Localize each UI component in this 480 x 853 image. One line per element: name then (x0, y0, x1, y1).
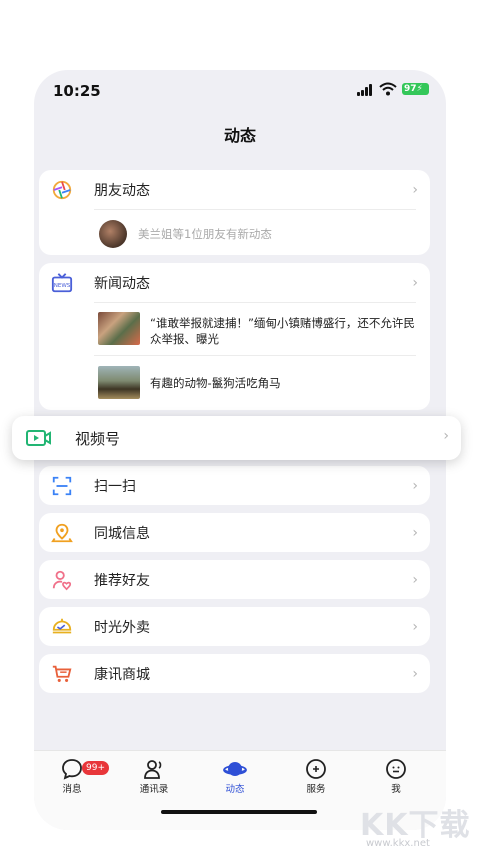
chat-bubble-icon (62, 759, 82, 780)
channels-row[interactable]: 视频号 › (12, 416, 461, 460)
divider (94, 302, 416, 303)
video-channel-icon (26, 430, 51, 446)
menu-row: 康讯商城 › (39, 654, 430, 694)
friend-avatar[interactable] (99, 220, 127, 248)
aperture-icon (52, 180, 72, 200)
menu-item-label: 扫一扫 (94, 479, 136, 495)
person-add-icon (52, 570, 72, 591)
scan-icon (52, 476, 72, 496)
location-icon (51, 523, 73, 543)
tab-messages[interactable]: 消息 99+ (42, 757, 109, 795)
chevron-right-icon: › (412, 275, 418, 291)
news-label: 新闻动态 (94, 276, 150, 292)
home-indicator (161, 810, 317, 814)
wifi-icon (379, 82, 397, 96)
delivery-icon (52, 618, 72, 634)
moments-card: 朋友动态 › 美兰姐等1位朋友有新动态 (39, 170, 430, 255)
moments-row[interactable]: 朋友动态 › (39, 170, 430, 210)
menu-item-label: 康讯商城 (94, 667, 150, 683)
menu-item-local-info[interactable]: 同城信息 › (39, 513, 430, 552)
menu-item-scan[interactable]: 扫一扫 › (39, 466, 430, 505)
news-card: NEWS 新闻动态 › “谁敢举报就逮捕！”缅甸小镇赌博盛行，还不允许民众举报、… (39, 263, 430, 410)
menu-item-recommend-friends[interactable]: 推荐好友 › (39, 560, 430, 599)
tab-services[interactable]: 服务 (286, 757, 346, 795)
chevron-right-icon: › (412, 572, 418, 588)
menu-row: 扫一扫 › (39, 466, 430, 506)
service-icon (306, 759, 326, 779)
tab-label: 动态 (225, 784, 245, 795)
tab-moments[interactable]: 动态 (205, 757, 265, 795)
menu-row: 时光外卖 › (39, 607, 430, 647)
chevron-right-icon: › (412, 666, 418, 682)
tab-label: 我 (391, 784, 401, 795)
news-thumbnail[interactable] (98, 366, 140, 399)
page-title: 动态 (223, 126, 256, 145)
tab-label: 通讯录 (139, 784, 169, 795)
divider (94, 355, 416, 356)
tab-label: 服务 (306, 784, 326, 795)
news-thumbnail[interactable] (98, 312, 140, 345)
cellular-signal-icon (357, 84, 375, 96)
news-row[interactable]: NEWS 新闻动态 › (39, 263, 430, 303)
divider (94, 209, 416, 210)
moments-label: 朋友动态 (94, 183, 150, 199)
menu-item-mall[interactable]: 康讯商城 › (39, 654, 430, 693)
news-item-title[interactable]: 有趣的动物-鬣狗活吃角马 (150, 375, 420, 391)
battery-icon: 97⚡ (402, 83, 429, 95)
menu-item-food-delivery[interactable]: 时光外卖 › (39, 607, 430, 646)
contacts-icon (144, 760, 162, 779)
menu-item-label: 时光外卖 (94, 620, 150, 636)
status-bar: 10:25 97⚡ (34, 70, 446, 110)
tv-icon: NEWS (51, 273, 73, 293)
chevron-right-icon: › (443, 428, 449, 444)
news-item-title[interactable]: “谁敢举报就逮捕！”缅甸小镇赌博盛行，还不允许民众举报、曝光 (150, 315, 420, 347)
tab-contacts[interactable]: 通讯录 (124, 757, 184, 795)
channels-label: 视频号 (75, 430, 121, 448)
shopping-cart-icon (52, 665, 72, 682)
menu-row: 推荐好友 › (39, 560, 430, 600)
status-time: 10:25 (53, 82, 101, 100)
unread-badge: 99+ (82, 761, 109, 775)
tab-me[interactable]: 我 (366, 757, 426, 795)
battery-level: 97 (404, 84, 417, 94)
chevron-right-icon: › (412, 182, 418, 198)
profile-icon (386, 759, 406, 779)
svg-text:NEWS: NEWS (54, 283, 71, 289)
menu-item-label: 同城信息 (94, 526, 150, 542)
chevron-right-icon: › (412, 525, 418, 541)
tab-label: 消息 (62, 784, 82, 795)
chevron-right-icon: › (412, 478, 418, 494)
planet-icon (223, 762, 247, 776)
chevron-right-icon: › (412, 619, 418, 635)
moments-update-text[interactable]: 美兰姐等1位朋友有新动态 (138, 226, 272, 242)
menu-item-label: 推荐好友 (94, 573, 150, 589)
menu-row: 同城信息 › (39, 513, 430, 553)
watermark-url: www.kkx.net (366, 838, 430, 849)
